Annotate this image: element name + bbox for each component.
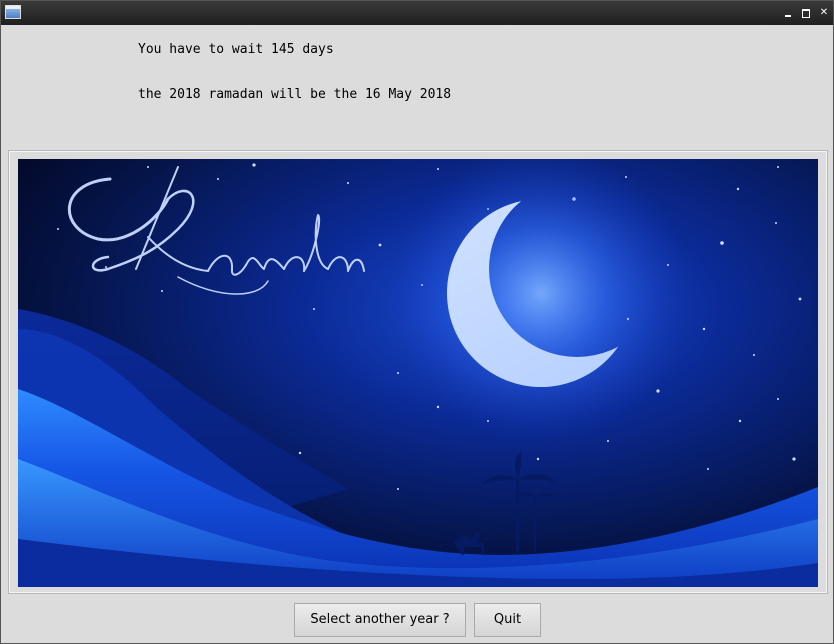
maximize-button[interactable] bbox=[799, 6, 813, 20]
ramadan-date-label: the 2018 ramadan will be the 16 May 2018 bbox=[138, 87, 452, 102]
minimize-button[interactable] bbox=[781, 6, 795, 20]
select-another-year-button[interactable]: Select another year ? bbox=[294, 603, 466, 637]
maximize-icon bbox=[802, 9, 810, 18]
quit-button[interactable]: Quit bbox=[474, 603, 541, 637]
app-icon bbox=[5, 5, 21, 19]
title-bar[interactable]: ✕ bbox=[1, 1, 833, 25]
close-icon: ✕ bbox=[819, 7, 829, 18]
wait-days-label: You have to wait 145 days bbox=[138, 42, 334, 57]
ramadan-image bbox=[18, 159, 818, 587]
minimize-icon bbox=[785, 15, 791, 17]
app-window: ✕ You have to wait 145 days the 2018 ram… bbox=[0, 0, 834, 644]
close-button[interactable]: ✕ bbox=[817, 6, 831, 20]
